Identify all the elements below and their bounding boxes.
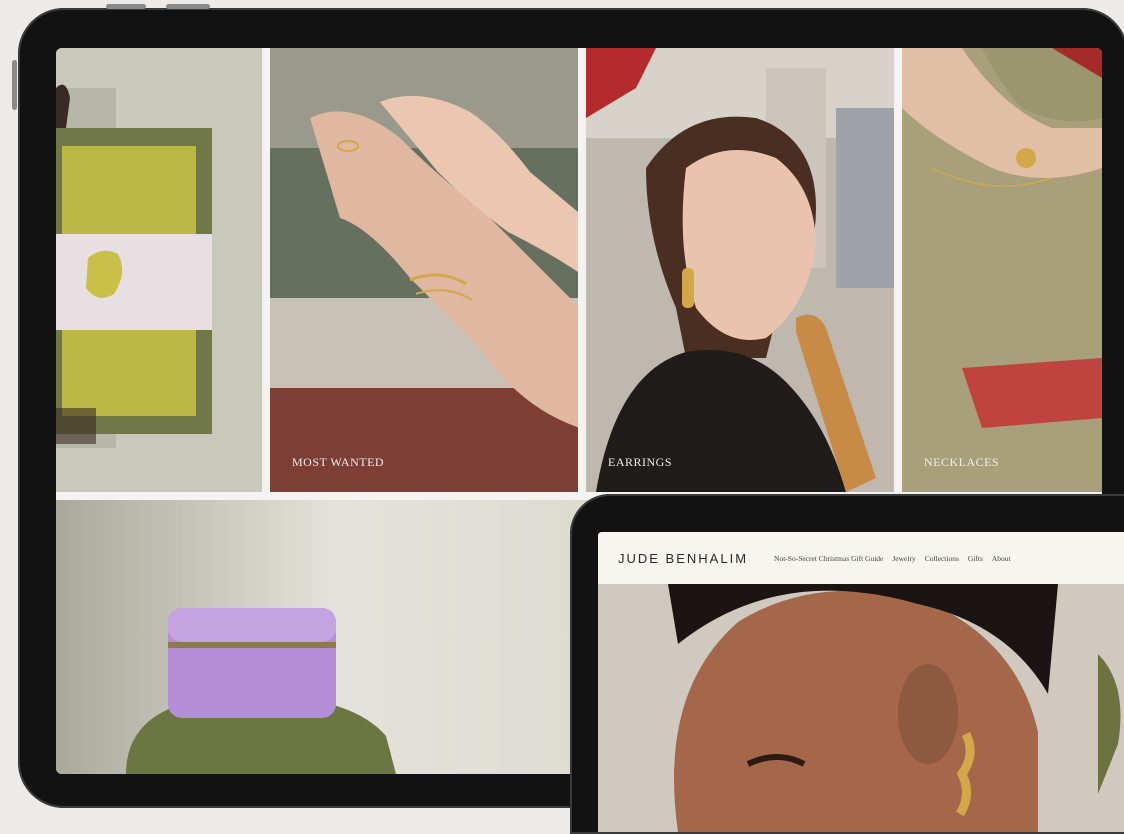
tile-label: NECKLACES [924, 455, 1000, 469]
necklaces-model-photo [902, 48, 1102, 492]
tile-necklaces[interactable]: NECKLACES [902, 48, 1102, 492]
hands-jewelry-photo [270, 48, 578, 492]
tile-gift-box[interactable] [56, 48, 262, 492]
site-nav: Not-So-Secret Christmas Gift Guide Jewel… [774, 554, 1011, 563]
tile-label: EARRINGS [608, 455, 673, 469]
tablet-top-button [106, 4, 146, 9]
tablet-side-button [12, 60, 17, 110]
tile-most-wanted[interactable]: MOST WANTED [270, 48, 578, 492]
tablet-top-button-2 [166, 4, 210, 9]
hero-image [598, 584, 1124, 832]
second-tablet-screen: JUDE BENHALIM Not-So-Secret Christmas Gi… [598, 532, 1124, 832]
jewelry-box-photo [56, 500, 616, 774]
nav-item-jewelry[interactable]: Jewelry [892, 554, 915, 563]
tile-earrings[interactable]: EARRINGS [586, 48, 894, 492]
gift-box-illustration [56, 48, 262, 492]
nav-item-about[interactable]: About [992, 554, 1011, 563]
site-logo[interactable]: JUDE BENHALIM [618, 551, 748, 566]
nav-item-collections[interactable]: Collections [925, 554, 959, 563]
site-header: JUDE BENHALIM Not-So-Secret Christmas Gi… [598, 532, 1124, 584]
nav-item-gift-guide[interactable]: Not-So-Secret Christmas Gift Guide [774, 554, 883, 563]
earrings-model-photo [586, 48, 894, 492]
model-earring-photo [598, 584, 1124, 832]
nav-item-gifts[interactable]: Gifts [968, 554, 983, 563]
tile-jewelry-box[interactable] [56, 500, 616, 774]
tile-label: MOST WANTED [292, 455, 385, 469]
